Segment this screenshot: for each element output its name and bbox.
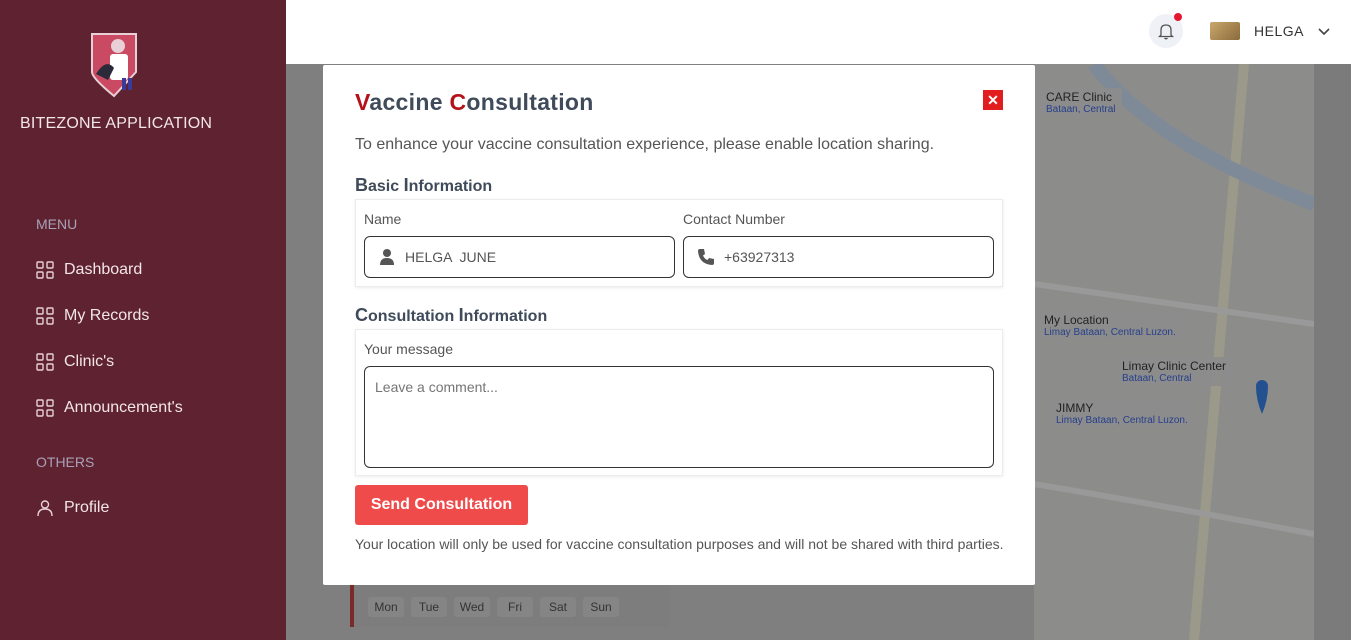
- sidebar-item-announcements[interactable]: Announcement's: [36, 396, 183, 420]
- contact-number-label: Contact Number: [683, 211, 785, 227]
- basic-information-card: Name Contact Number: [355, 199, 1003, 287]
- sidebar: BITEZONE APPLICATION MENU Dashboard My R…: [0, 0, 286, 640]
- vaccine-consultation-modal: Vaccine Consultation ✕ To enhance your v…: [323, 65, 1035, 585]
- sidebar-item-dashboard[interactable]: Dashboard: [36, 258, 142, 282]
- send-consultation-button[interactable]: Send Consultation: [355, 485, 528, 525]
- sidebar-item-label: Profile: [64, 499, 110, 516]
- contact-number-field[interactable]: [683, 236, 994, 278]
- map-roads: [1034, 64, 1314, 640]
- sidebar-item-clinics[interactable]: Clinic's: [36, 350, 114, 374]
- weekday-label: Wed: [454, 597, 490, 617]
- modal-description: To enhance your vaccine consultation exp…: [355, 136, 935, 153]
- weekday-label: Tue: [411, 597, 447, 617]
- sidebar-item-label: Clinic's: [64, 353, 115, 370]
- menu-section-label: MENU: [36, 216, 78, 232]
- weekday-label: Sun: [583, 597, 619, 617]
- others-section-label: OTHERS: [36, 454, 95, 470]
- map-label: CARE Clinic Bataan, Central: [1040, 88, 1122, 117]
- map-label: Limay Clinic Center Bataan, Central: [1116, 357, 1233, 386]
- weekday-label: Mon: [368, 597, 404, 617]
- avatar[interactable]: [1210, 22, 1240, 40]
- close-icon: ✕: [987, 91, 999, 108]
- name-input[interactable]: [405, 249, 653, 265]
- basic-information-heading: Basic Information: [355, 175, 493, 195]
- chevron-down-icon[interactable]: [1316, 24, 1332, 40]
- topbar: HELGA: [286, 0, 1351, 64]
- sidebar-item-label: Dashboard: [64, 261, 143, 278]
- sidebar-item-my-records[interactable]: My Records: [36, 304, 149, 328]
- weekday-label: Sat: [540, 597, 576, 617]
- sidebar-item-label: Announcement's: [64, 399, 183, 416]
- app-logo: [91, 33, 137, 98]
- message-textarea[interactable]: [364, 366, 994, 468]
- map-label: My Location Limay Bataan, Central Luzon.: [1038, 311, 1182, 340]
- consultation-information-card: Your message: [355, 329, 1003, 476]
- user-icon: [380, 249, 394, 265]
- grid-icon: [36, 261, 54, 279]
- name-label: Name: [364, 211, 402, 227]
- grid-icon: [36, 399, 54, 417]
- phone-icon: [698, 249, 714, 265]
- consultation-information-heading: Consultation Information: [355, 305, 548, 325]
- message-label: Your message: [364, 341, 453, 357]
- page-scrollbar[interactable]: [1314, 64, 1351, 640]
- sidebar-item-label: My Records: [64, 307, 150, 324]
- calendar-strip: Mon Tue Wed Fri Sat Sun: [350, 585, 670, 627]
- sidebar-item-profile[interactable]: Profile: [36, 496, 109, 520]
- bell-icon: [1157, 24, 1175, 40]
- map-label: JIMMY Limay Bataan, Central Luzon.: [1050, 399, 1194, 428]
- name-field[interactable]: [364, 236, 675, 278]
- grid-icon: [36, 307, 54, 325]
- app-title: BITEZONE APPLICATION: [20, 115, 213, 132]
- weekday-label: Fri: [497, 597, 533, 617]
- notification-badge: [1174, 13, 1182, 21]
- modal-title: Vaccine Consultation: [355, 89, 594, 115]
- user-name[interactable]: HELGA: [1254, 23, 1304, 39]
- close-button[interactable]: ✕: [983, 90, 1003, 110]
- contact-number-input[interactable]: [724, 249, 972, 265]
- privacy-footnote: Your location will only be used for vacc…: [355, 536, 1004, 552]
- grid-icon: [36, 353, 54, 371]
- user-icon: [37, 500, 53, 517]
- clinic-map[interactable]: CARE Clinic Bataan, Central My Location Li…: [1034, 64, 1314, 640]
